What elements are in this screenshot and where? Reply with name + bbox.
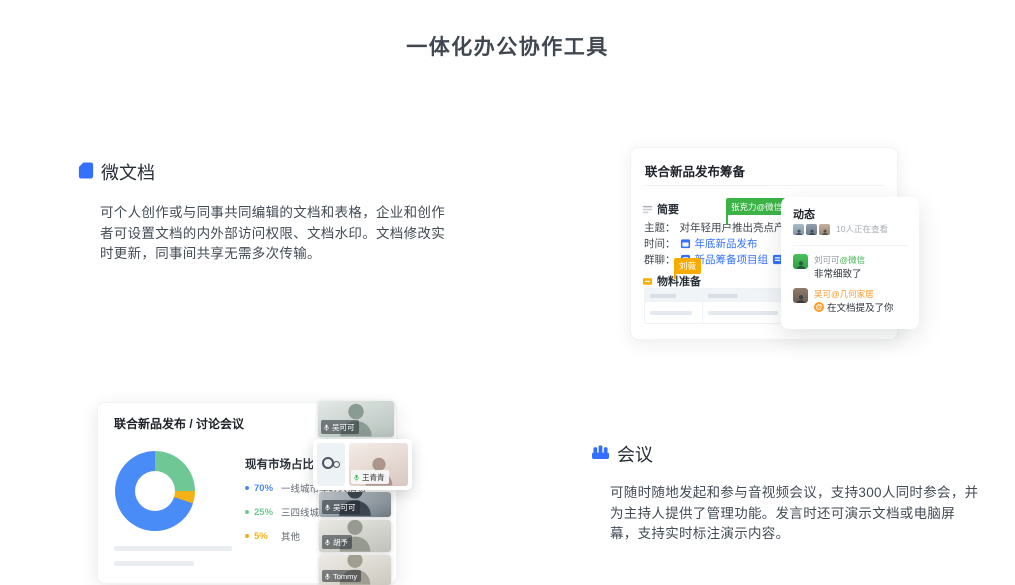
video-tile[interactable]: 吴可可 <box>318 401 394 437</box>
time-row: 时间： 年底新品发布 <box>644 236 758 251</box>
divider <box>793 245 907 246</box>
legend-dot <box>245 534 249 538</box>
mic-icon <box>324 504 331 511</box>
materials-icon <box>642 276 653 287</box>
comment-text: 非常细致了 <box>814 266 862 280</box>
viewers-row: 10人正在查看 <box>793 223 888 235</box>
activity-panel: 动态 10人正在查看 刘可可@微信 非常细致了 吴可@几何家居 @ 在文档提及了 <box>781 197 919 329</box>
mention-notice: @ 在文档提及了你 <box>814 300 894 314</box>
active-speaker-video: 王青青 <box>349 443 408 486</box>
mic-icon <box>323 424 330 431</box>
meeting-title: 联合新品发布 / 讨论会议 <box>114 415 244 432</box>
viewers-count: 10人正在查看 <box>836 223 888 235</box>
list-icon <box>642 204 653 215</box>
at-mention-icon: @ <box>814 302 824 312</box>
viewer-avatar <box>793 224 804 235</box>
video-tile[interactable]: 吴可可 <box>319 492 391 517</box>
time-link[interactable]: 年底新品发布 <box>695 236 758 251</box>
mic-icon <box>353 474 360 481</box>
legend-dot <box>245 486 249 490</box>
participant-name-label: 王青青 <box>351 470 389 484</box>
screen-share-panel <box>317 443 345 486</box>
legend-dot <box>245 510 249 514</box>
materials-section: 物料准备 <box>642 273 701 289</box>
feature-doc-description: 可个人创作或与同事共同编辑的文档和表格，企业和创作者可设置文档的内外部访问权限、… <box>100 203 452 265</box>
group-label: 群聊： <box>644 252 676 267</box>
meeting-icon <box>591 443 610 460</box>
logo-icon <box>333 461 340 468</box>
collaborator-cursor-tag: 张克力@微信 <box>726 198 787 215</box>
table-header-row <box>645 289 791 302</box>
feature-meeting-heading: 会议 <box>617 441 653 467</box>
summary-label: 简要 <box>657 201 679 217</box>
donut-chart <box>115 451 195 531</box>
table-row <box>645 302 791 323</box>
comment-author: 刘可可@微信 <box>814 254 865 266</box>
placeholder-table <box>644 288 792 324</box>
assignee-cursor-caret <box>674 270 676 279</box>
active-speaker-tile[interactable]: 王青青 <box>313 439 412 490</box>
comment-author: 吴可@几何家居 <box>814 288 874 300</box>
viewer-avatar <box>806 224 817 235</box>
comment-avatar <box>793 288 808 303</box>
video-tile[interactable]: 胡予 <box>319 520 391 552</box>
video-tile[interactable]: Tommy <box>319 555 391 585</box>
collaborator-cursor-caret <box>726 212 728 225</box>
activity-title: 动态 <box>793 206 815 222</box>
assignee-cursor-tag: 刘薇 <box>674 258 701 274</box>
participant-name-label: Tommy <box>322 570 361 582</box>
viewer-avatar <box>819 224 830 235</box>
mic-icon <box>324 539 331 546</box>
mic-icon <box>324 573 331 580</box>
divider <box>645 185 883 186</box>
participant-name-label: 吴可可 <box>321 420 359 434</box>
time-label: 时间： <box>644 236 676 251</box>
page-title: 一体化办公协作工具 <box>0 31 1015 61</box>
placeholder-bar <box>114 546 232 551</box>
materials-label: 物料准备 <box>657 273 701 289</box>
placeholder-bar <box>114 561 194 566</box>
topic-label: 主题： <box>644 220 676 235</box>
feature-meeting-description: 可随时随地发起和参与音视频会议，支持300人同时参会，并为主持人提供了管理功能。… <box>610 483 980 545</box>
topic-row: 主题： 对年轻用户推出亮点产品 <box>644 220 795 235</box>
topic-value: 对年轻用户推出亮点产品 <box>680 220 796 235</box>
participant-name-label: 吴可可 <box>322 500 360 514</box>
landing-page: 一体化办公协作工具 微文档 可个人创作或与同事共同编辑的文档和表格，企业和创作者… <box>0 0 1015 585</box>
calendar-icon <box>680 238 691 249</box>
summary-section: 简要 <box>642 201 679 217</box>
comment-avatar <box>793 254 808 269</box>
doc-title: 联合新品发布筹备 <box>645 161 745 180</box>
group-link-1[interactable]: 新品筹备项目组 <box>695 252 769 267</box>
doc-icon <box>78 161 94 180</box>
feature-doc-heading: 微文档 <box>101 159 155 185</box>
participant-name-label: 胡予 <box>322 535 352 549</box>
